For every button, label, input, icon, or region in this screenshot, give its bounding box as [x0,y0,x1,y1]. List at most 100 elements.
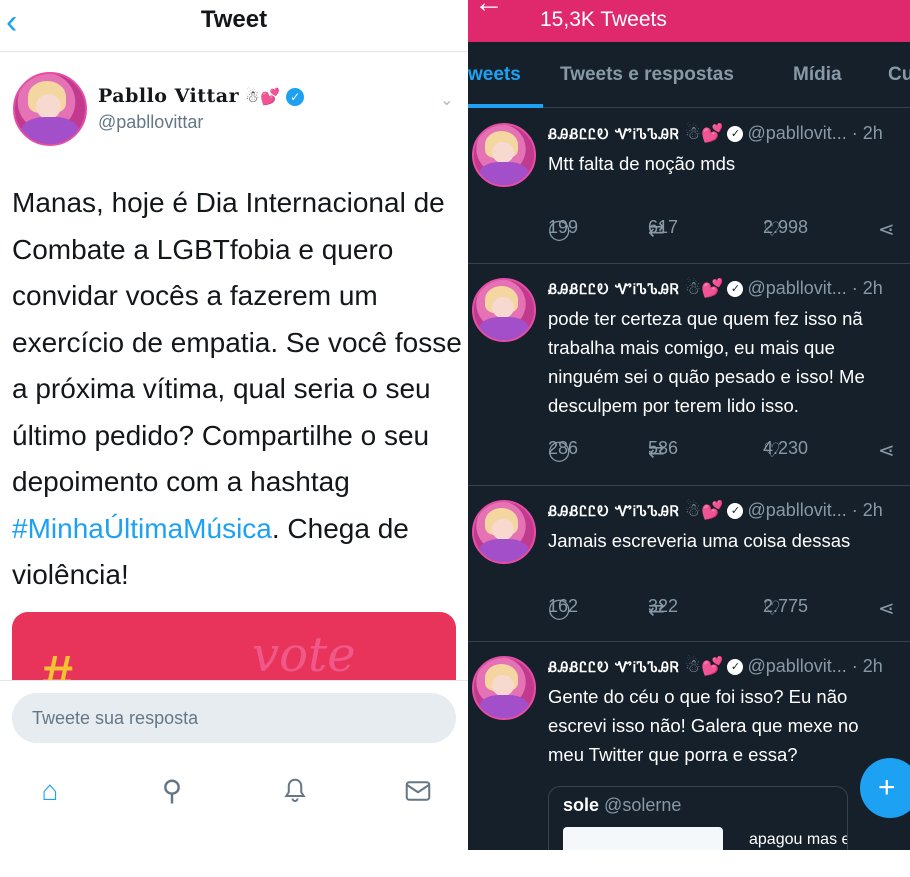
mail-icon[interactable] [398,771,438,811]
tweet-detail-panel: ‹ Tweet Pabllo Vittar ☃💕 ✓ @pabllovittar ⌄… [0,0,468,850]
tweet-text: Mtt falta de noção mds [548,149,910,178]
tweet-header: ᏰᎯᏰᏝᏝᎧ ᏉᎥᏖᏖᎯᏒ ☃💕 ✓ @pabllovit... · 2h [548,123,883,144]
page-title: Tweet [200,6,268,33]
timeline-tweet[interactable]: ᏰᎯᏰᏝᏝᎧ ᏉᎥᏖᏖᎯᏒ ☃💕 ✓ @pabllovit... · 2h pode… [468,264,910,486]
tweet-author-name: ᏰᎯᏰᏝᏝᎧ ᏉᎥᏖᏖᎯᏒ [548,282,680,298]
quoted-author: sole @solerne [563,795,681,816]
tweet-header-bar: ‹ Tweet [0,0,468,52]
reply-input[interactable]: Tweete sua resposta [12,693,456,743]
tweet-text-line: Mtt falta de noção mds [548,153,736,174]
retweet-count: 536 [648,438,679,458]
avatar-body [478,539,530,562]
avatar-body [478,317,530,340]
tweet-avatar[interactable] [472,500,536,564]
timeline-tweet[interactable]: ᏰᎯᏰᏝᏝᎧ ᏉᎥᏖᏖᎯᏒ ☃💕 ✓ @pabllovit... · 2h Gent… [468,642,910,850]
share-icon[interactable]: ⋖ [878,217,895,241]
avatar-body [478,695,530,718]
tweet-header: ᏰᎯᏰᏝᏝᎧ ᏉᎥᏖᏖᎯᏒ ☃💕 ✓ @pabllovit... · 2h [548,278,883,299]
tab-likes[interactable]: Cu [888,64,910,86]
profile-timeline-panel: ← 15,3K Tweets weets Tweets e respostas … [468,0,910,850]
quoted-tweet[interactable]: sole @solerne apagou mas eu [548,786,848,850]
chevron-down-icon[interactable]: ⌄ [440,90,453,110]
avatar-face [36,93,62,119]
tweet-handle: @pabllovit... [747,656,847,676]
author-handle[interactable]: @pabllovittar [98,112,203,133]
like-count: 2.775 [763,596,809,616]
tweet-time: · 2h [851,278,883,298]
tweet-avatar[interactable] [472,278,536,342]
tweet-time: · 2h [851,500,883,520]
tweet-time: · 2h [851,123,883,143]
tweet-handle: @pabllovit... [747,278,847,298]
tweet-text-line: Jamais escreveria uma coisa dessas [548,530,851,551]
tweet-text-line: trabalha mais comigo, eu mais que [548,337,835,358]
reply-count: 286 [548,438,579,458]
tab-tweets-replies[interactable]: Tweets e respostas [560,64,734,86]
quoted-screenshot-image [563,827,723,850]
tweet-text-line: escrevi isso não! Galera que mexe no [548,715,859,736]
author-name[interactable]: Pabllo Vittar ☃💕 ✓ [98,85,305,107]
quoted-handle: @solerne [604,795,682,815]
quoted-name: sole [563,795,600,815]
tweet-author-emoji: ☃💕 [684,123,724,143]
retweet-count: 322 [648,596,679,616]
share-icon[interactable]: ⋖ [878,596,895,620]
verified-badge-icon: ✓ [727,503,744,520]
search-icon[interactable]: ⚲ [152,771,192,811]
author-avatar[interactable] [13,72,87,146]
tweet-text-line: pode ter certeza que quem fez isso nã [548,308,863,329]
tweet-time: · 2h [851,656,883,676]
timeline-tweet[interactable]: ᏰᎯᏰᏝᏝᎧ ᏉᎥᏖᏖᎯᏒ ☃💕 ✓ @pabllovit... · 2h Jama… [468,486,910,642]
tweet-text: Jamais escreveria uma coisa dessas [548,526,910,555]
retweet-count: 617 [648,217,679,237]
avatar-body [478,162,530,185]
tweet-header: ᏰᎯᏰᏝᏝᎧ ᏉᎥᏖᏖᎯᏒ ☃💕 ✓ @pabllovit... · 2h [548,500,883,521]
back-arrow-icon[interactable]: ← [474,0,504,20]
tweet-body: Manas, hoje é Dia Internacional de Comba… [12,180,462,599]
media-scribble: vote [252,627,356,683]
profile-header-bar: ← 15,3K Tweets [468,0,910,42]
tweet-text-line: ninguém sei o quão pesado e isso! Me [548,366,865,387]
verified-badge-icon: ✓ [727,126,744,143]
verified-badge-icon: ✓ [286,88,305,106]
tweet-text-line: Gente do céu o que foi isso? Eu não [548,686,848,707]
tweet-avatar[interactable] [472,123,536,187]
tab-media[interactable]: Mídia [793,64,842,86]
like-count: 4.230 [763,438,809,458]
tweet-text: Gente do céu o que foi isso? Eu não escr… [548,682,910,769]
like-count: 2.998 [763,217,809,237]
tweet-author-name: ᏰᎯᏰᏝᏝᎧ ᏉᎥᏖᏖᎯᏒ [548,660,680,676]
tweet-text: pode ter certeza que quem fez isso nã tr… [548,304,910,420]
profile-tabs: weets Tweets e respostas Mídia Cu [468,42,910,108]
tweet-text-line: desculpem por terem lido isso. [548,395,799,416]
avatar-face [492,141,514,164]
tweet-author-emoji: ☃💕 [684,278,724,298]
tweet-author-emoji: ☃💕 [684,500,724,520]
quoted-text: apagou mas eu [749,831,847,848]
tweet-author-name: ᏰᎯᏰᏝᏝᎧ ᏉᎥᏖᏖᎯᏒ [548,127,680,143]
verified-badge-icon: ✓ [727,659,744,676]
avatar-face [492,296,514,319]
home-icon[interactable]: ⌂ [30,771,70,811]
bell-icon[interactable] [275,771,315,811]
active-tab-indicator [468,104,543,108]
author-emoji: ☃💕 [245,87,281,106]
tweet-author-name: ᏰᎯᏰᏝᏝᎧ ᏉᎥᏖᏖᎯᏒ [548,504,680,520]
tweet-handle: @pabllovit... [747,123,847,143]
reply-count: 162 [548,596,579,616]
tab-tweets[interactable]: weets [468,64,521,86]
tweet-count: 15,3K Tweets [540,8,667,31]
tweet-header: ᏰᎯᏰᏝᏝᎧ ᏉᎥᏖᏖᎯᏒ ☃💕 ✓ @pabllovit... · 2h [548,656,883,677]
tweet-text-line: meu Twitter que porra e essa? [548,744,798,765]
tweet-avatar[interactable] [472,656,536,720]
share-icon[interactable]: ⋖ [878,438,895,462]
tweet-handle: @pabllovit... [747,500,847,520]
timeline-tweet[interactable]: ᏰᎯᏰᏝᏝᎧ ᏉᎥᏖᏖᎯᏒ ☃💕 ✓ @pabllovit... · 2h Mtt … [468,109,910,264]
avatar-body [20,117,80,144]
author-name-text: Pabllo Vittar [98,85,240,107]
tweet-body-start: Manas, hoje é Dia Internacional de Comba… [12,187,462,497]
bottom-area: Tweete sua resposta ⌂ ⚲ [0,680,468,850]
reply-count: 199 [548,217,579,237]
hashtag-link[interactable]: #MinhaÚltimaMúsica [12,513,272,544]
tweet-author-emoji: ☃💕 [684,656,724,676]
